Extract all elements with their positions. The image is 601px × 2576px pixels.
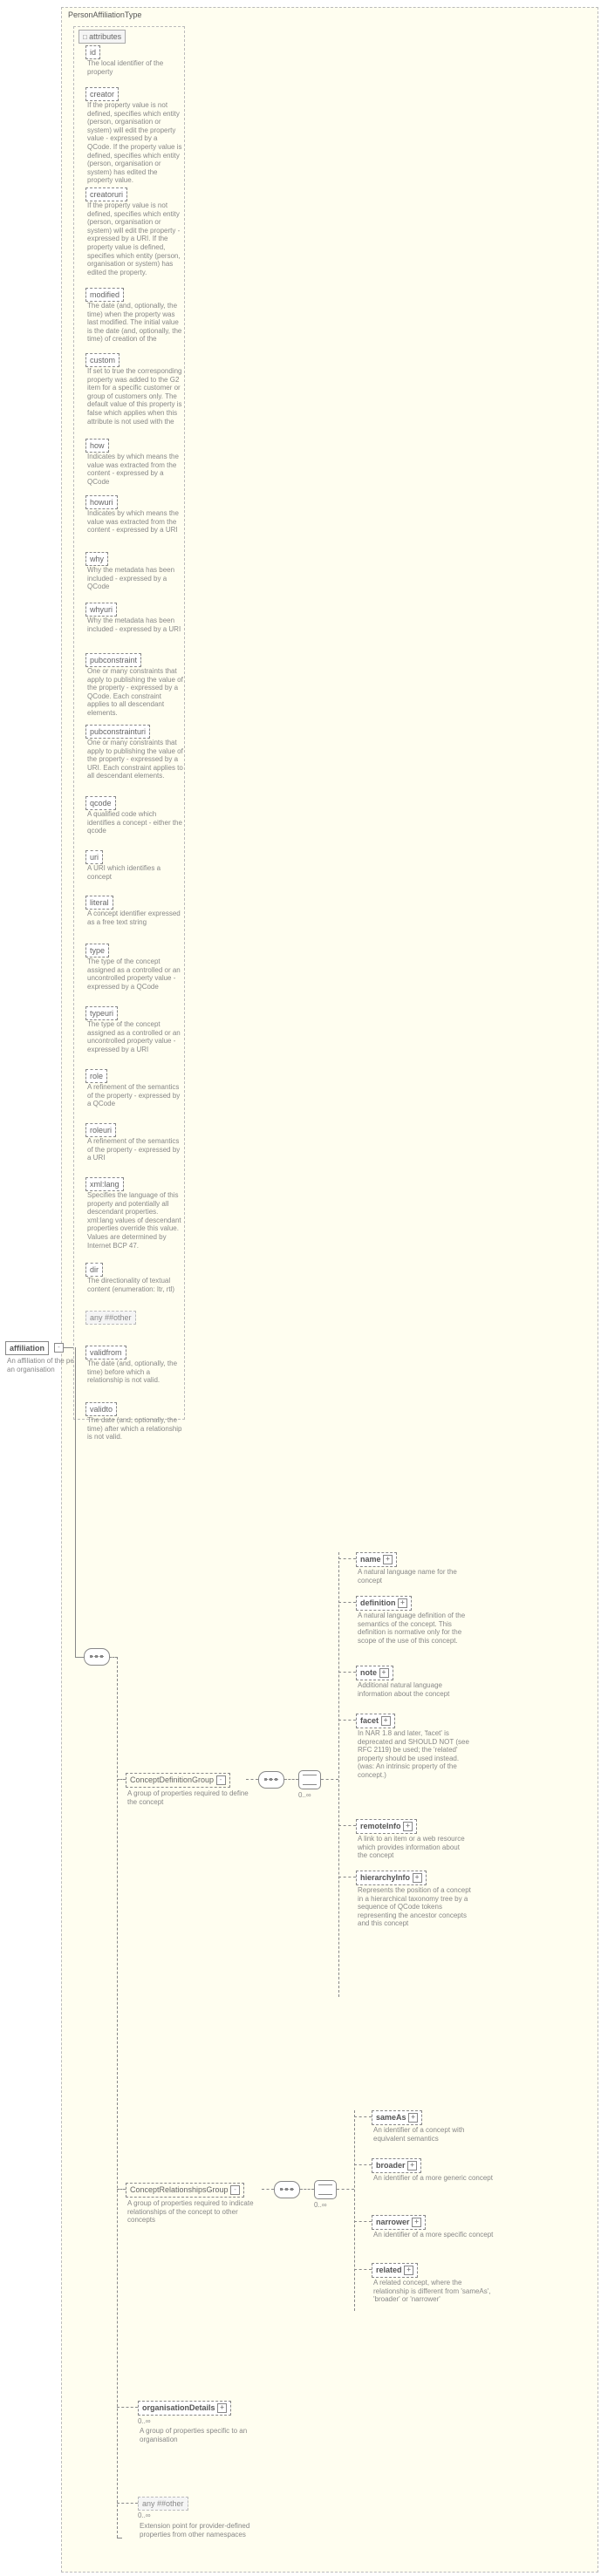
attr-desc: The type of the concept assigned as a co… xyxy=(85,1020,185,1053)
element-name[interactable]: name + xyxy=(356,1552,397,1567)
attr-desc: A refinement of the semantics of the pro… xyxy=(85,1137,185,1162)
org-occ: 0..∞ xyxy=(138,2417,151,2425)
attr-qcode[interactable]: qcode xyxy=(85,796,116,810)
element-desc: Represents the position of a concept in … xyxy=(356,1886,473,1928)
attr-how[interactable]: how xyxy=(85,439,109,453)
attr-creatoruri[interactable]: creatoruri xyxy=(85,187,127,201)
attr-desc: The directionality of textual content (e… xyxy=(85,1277,185,1293)
ext-desc: Extension point for provider-defined pro… xyxy=(138,2522,263,2539)
attr-desc: The type of the concept assigned as a co… xyxy=(85,957,185,991)
plus-icon[interactable]: + xyxy=(379,1668,389,1678)
crg-desc: A group of properties required to indica… xyxy=(126,2199,260,2225)
attr-desc: A refinement of the semantics of the pro… xyxy=(85,1083,185,1108)
plus-icon[interactable]: + xyxy=(408,2113,418,2123)
affiliation-element[interactable]: affiliation xyxy=(5,1341,49,1355)
plus-icon[interactable]: + xyxy=(404,2266,413,2275)
plus-icon[interactable]: + xyxy=(407,2161,417,2171)
attributes-header: □ attributes xyxy=(79,30,126,44)
sequence-icon xyxy=(258,1771,284,1789)
element-note[interactable]: note + xyxy=(356,1666,393,1680)
element-remoteInfo[interactable]: remoteInfo + xyxy=(356,1819,417,1834)
element-desc: A natural language definition of the sem… xyxy=(356,1612,473,1645)
plus-icon[interactable]: + xyxy=(413,1873,422,1883)
element-desc: An identifier of a concept with equivale… xyxy=(372,2126,497,2143)
attr-validfrom[interactable]: validfrom xyxy=(85,1346,126,1360)
attr-xml-lang[interactable]: xml:lang xyxy=(85,1177,124,1191)
attr-type[interactable]: type xyxy=(85,944,109,957)
type-title: PersonAffiliationType xyxy=(68,10,141,19)
attr-desc: A URI which identifies a concept xyxy=(85,864,185,881)
choice-icon xyxy=(314,2180,337,2199)
plus-icon[interactable]: + xyxy=(412,2218,421,2227)
cdg-desc: A group of properties required to define… xyxy=(126,1789,251,1806)
crg-occ: 0..∞ xyxy=(314,2201,327,2209)
element-desc: A natural language name for the concept xyxy=(356,1568,473,1584)
choice-icon xyxy=(298,1770,321,1789)
element-desc: An identifier of a more specific concept xyxy=(372,2231,495,2239)
attr-custom[interactable]: custom xyxy=(85,353,120,367)
attr-dir[interactable]: dir xyxy=(85,1263,103,1277)
attr-creator[interactable]: creator xyxy=(85,87,119,101)
ext-occ: 0..∞ xyxy=(138,2511,151,2519)
element-desc: An identifier of a more generic concept xyxy=(372,2174,495,2183)
element-facet[interactable]: facet + xyxy=(356,1714,395,1728)
attr-desc: Why the metadata has been included - exp… xyxy=(85,566,185,591)
plus-icon[interactable]: + xyxy=(383,1555,393,1564)
attr-validto[interactable]: validto xyxy=(85,1402,117,1416)
element-sameAs[interactable]: sameAs + xyxy=(372,2110,422,2125)
minus-icon[interactable]: - xyxy=(230,2185,240,2195)
attr-desc: If set to true the corresponding propert… xyxy=(85,367,185,426)
org-desc: A group of properties specific to an org… xyxy=(138,2427,255,2443)
element-hierarchyInfo[interactable]: hierarchyInfo + xyxy=(356,1871,427,1885)
attr-whyuri[interactable]: whyuri xyxy=(85,603,117,617)
plus-icon[interactable]: + xyxy=(403,1822,413,1831)
element-related[interactable]: related + xyxy=(372,2263,418,2278)
attr-desc: Indicates by which means the value was e… xyxy=(85,509,185,535)
element-desc: A related concept, where the relationshi… xyxy=(372,2279,497,2304)
attr-howuri[interactable]: howuri xyxy=(85,495,118,509)
attr-why[interactable]: why xyxy=(85,552,108,566)
attr-desc: Indicates by which means the value was e… xyxy=(85,453,185,486)
cdg-occ: 0..∞ xyxy=(298,1791,311,1799)
plus-icon[interactable]: + xyxy=(398,1598,407,1608)
attr-desc: The local identifier of the property xyxy=(85,59,185,76)
attr-desc: Why the metadata has been included - exp… xyxy=(85,617,185,633)
attr-id[interactable]: id xyxy=(85,45,100,59)
attr-typeuri[interactable]: typeuri xyxy=(85,1006,118,1020)
plus-icon[interactable]: + xyxy=(381,1716,391,1726)
attr-desc: The date (and, optionally, the time) aft… xyxy=(85,1416,185,1441)
element-narrower[interactable]: narrower + xyxy=(372,2215,426,2230)
attr-desc: If the property value is not defined, sp… xyxy=(85,101,185,185)
attr-roleuri[interactable]: roleuri xyxy=(85,1123,116,1137)
organisation-details-element[interactable]: organisationDetails + xyxy=(138,2401,231,2416)
attr-pubconstrainturi[interactable]: pubconstrainturi xyxy=(85,725,150,739)
attr-desc: A concept identifier expressed as a free… xyxy=(85,910,185,926)
extension-any-other[interactable]: any ##other xyxy=(138,2497,188,2511)
minus-icon[interactable]: - xyxy=(216,1775,226,1785)
plus-icon[interactable]: + xyxy=(217,2403,227,2413)
attr-role[interactable]: role xyxy=(85,1069,107,1083)
attr-literal[interactable]: literal xyxy=(85,896,113,910)
attr-any---other[interactable]: any ##other xyxy=(85,1311,136,1325)
element-desc: A link to an item or a web resource whic… xyxy=(356,1835,473,1860)
element-desc: Additional natural language information … xyxy=(356,1681,473,1698)
attr-desc: One or many constraints that apply to pu… xyxy=(85,667,185,718)
attr-pubconstraint[interactable]: pubconstraint xyxy=(85,653,141,667)
concept-definition-group[interactable]: ConceptDefinitionGroup - xyxy=(126,1773,230,1788)
element-desc: In NAR 1.8 and later, 'facet' is depreca… xyxy=(356,1729,473,1780)
sequence-icon xyxy=(84,1648,110,1666)
attr-desc: The date (and, optionally, the time) bef… xyxy=(85,1360,185,1385)
attr-desc: Specifies the language of this property … xyxy=(85,1191,185,1250)
diagram-canvas: PersonAffiliationType affiliation An aff… xyxy=(0,0,601,2576)
element-broader[interactable]: broader + xyxy=(372,2158,421,2173)
attr-desc: A qualified code which identifies a conc… xyxy=(85,810,185,835)
element-definition[interactable]: definition + xyxy=(356,1596,412,1611)
attr-desc: If the property value is not defined, sp… xyxy=(85,201,185,276)
concept-relationships-group[interactable]: ConceptRelationshipsGroup - xyxy=(126,2183,244,2198)
attr-desc: The date (and, optionally, the time) whe… xyxy=(85,302,185,344)
attr-uri[interactable]: uri xyxy=(85,850,103,864)
attr-desc: One or many constraints that apply to pu… xyxy=(85,739,185,780)
sequence-icon xyxy=(274,2181,300,2198)
attr-modified[interactable]: modified xyxy=(85,288,124,302)
